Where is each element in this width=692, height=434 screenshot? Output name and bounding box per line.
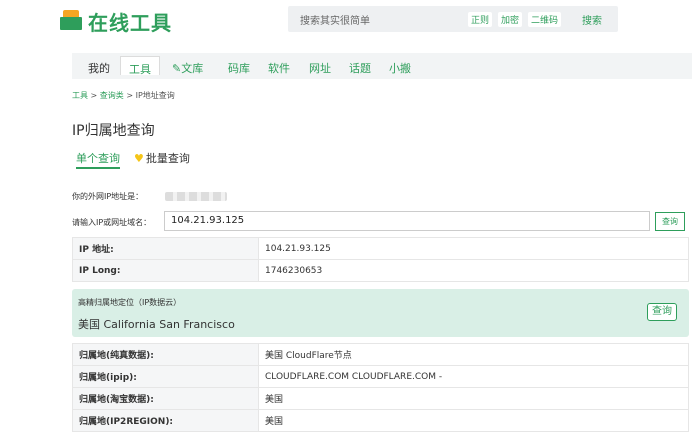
precise-location-value: 美国 California San Francisco — [78, 318, 235, 331]
my-ip-redacted — [165, 192, 227, 201]
tab-batch-query[interactable]: ♥ 批量查询 — [134, 150, 190, 166]
location-table: 归属地(纯真数据): 美国 CloudFlare节点 归属地(ipip): CL… — [72, 343, 689, 432]
ip-input-label: 请输入IP或网址域名： — [72, 218, 152, 227]
row-value: 美国 CloudFlare节点 — [258, 343, 689, 366]
ip-input[interactable]: 104.21.93.125 — [164, 211, 650, 231]
row-value: CLOUDFLARE.COM CLOUDFLARE.COM - — [258, 365, 689, 388]
page-title: IP归属地查询 — [72, 123, 155, 139]
row-key: 归属地(淘宝数据): — [72, 387, 259, 410]
tab-batch-label: 批量查询 — [145, 152, 190, 165]
nav-item-mine[interactable]: 我的 — [88, 60, 110, 76]
table-row: IP 地址: 104.21.93.125 — [72, 237, 689, 260]
row-value: 美国 — [258, 409, 689, 432]
pen-icon: ✎ — [172, 62, 182, 75]
basic-info-table: IP 地址: 104.21.93.125 IP Long: 1746230653 — [72, 237, 689, 282]
toolbox-icon — [60, 10, 82, 32]
chip-regex[interactable]: 正则 — [468, 12, 493, 27]
my-ip-label: 你的外网IP地址是： — [72, 192, 144, 201]
nav-item-move[interactable]: 小搬 — [389, 60, 411, 76]
table-row: 归属地(纯真数据): 美国 CloudFlare节点 — [72, 343, 689, 366]
main-nav: 我的 工具 ✎文库 码库 软件 网址 话题 小搬 — [72, 53, 692, 79]
table-row: 归属地(ipip): CLOUDFLARE.COM CLOUDFLARE.COM… — [72, 365, 689, 388]
precise-location-panel: 高精归属地定位（IP数据云） 美国 California San Francis… — [72, 289, 689, 337]
search-box[interactable]: 搜索其实很简单 正则 加密 二维码 搜索 — [288, 6, 618, 32]
breadcrumb-current: IP地址查询 — [135, 91, 175, 100]
nav-item-code[interactable]: 码库 — [228, 60, 250, 76]
row-key: 归属地(IP2REGION): — [72, 409, 259, 432]
breadcrumb-sep: > — [126, 91, 134, 100]
tab-single-query[interactable]: 单个查询 — [76, 150, 120, 166]
search-input[interactable]: 搜索其实很简单 — [300, 12, 370, 27]
nav-item-tools[interactable]: 工具 — [120, 56, 160, 76]
table-row: 归属地(淘宝数据): 美国 — [72, 387, 689, 410]
table-row: 归属地(IP2REGION): 美国 — [72, 409, 689, 432]
breadcrumb-sep: > — [90, 91, 98, 100]
row-key: 归属地(纯真数据): — [72, 343, 259, 366]
nav-item-urls[interactable]: 网址 — [309, 60, 331, 76]
search-button[interactable]: 搜索 — [582, 12, 602, 27]
row-key: IP 地址: — [72, 237, 259, 260]
row-value: 美国 — [258, 387, 689, 410]
precise-location-label: 高精归属地定位（IP数据云） — [78, 298, 182, 307]
nav-item-library[interactable]: ✎文库 — [172, 60, 203, 76]
site-logo[interactable]: 在线工具 — [60, 8, 172, 35]
logo-text: 在线工具 — [88, 10, 172, 35]
query-button[interactable]: 查询 — [655, 212, 685, 231]
breadcrumb-home[interactable]: 工具 — [72, 91, 88, 100]
tab-active-indicator — [76, 167, 120, 169]
chip-qrcode[interactable]: 二维码 — [528, 12, 562, 27]
table-row: IP Long: 1746230653 — [72, 259, 689, 282]
nav-item-library-label: 文库 — [181, 62, 204, 75]
nav-item-topics[interactable]: 话题 — [349, 60, 371, 76]
row-key: 归属地(ipip): — [72, 365, 259, 388]
row-value: 1746230653 — [258, 259, 689, 282]
diamond-icon: ♥ — [134, 152, 144, 165]
chip-encrypt[interactable]: 加密 — [498, 12, 523, 27]
breadcrumb-category[interactable]: 查询类 — [100, 91, 124, 100]
nav-item-software[interactable]: 软件 — [268, 60, 290, 76]
precise-query-button[interactable]: 查询 — [647, 303, 677, 321]
breadcrumb: 工具 > 查询类 > IP地址查询 — [72, 90, 175, 101]
row-value: 104.21.93.125 — [258, 237, 689, 260]
row-key: IP Long: — [72, 259, 259, 282]
